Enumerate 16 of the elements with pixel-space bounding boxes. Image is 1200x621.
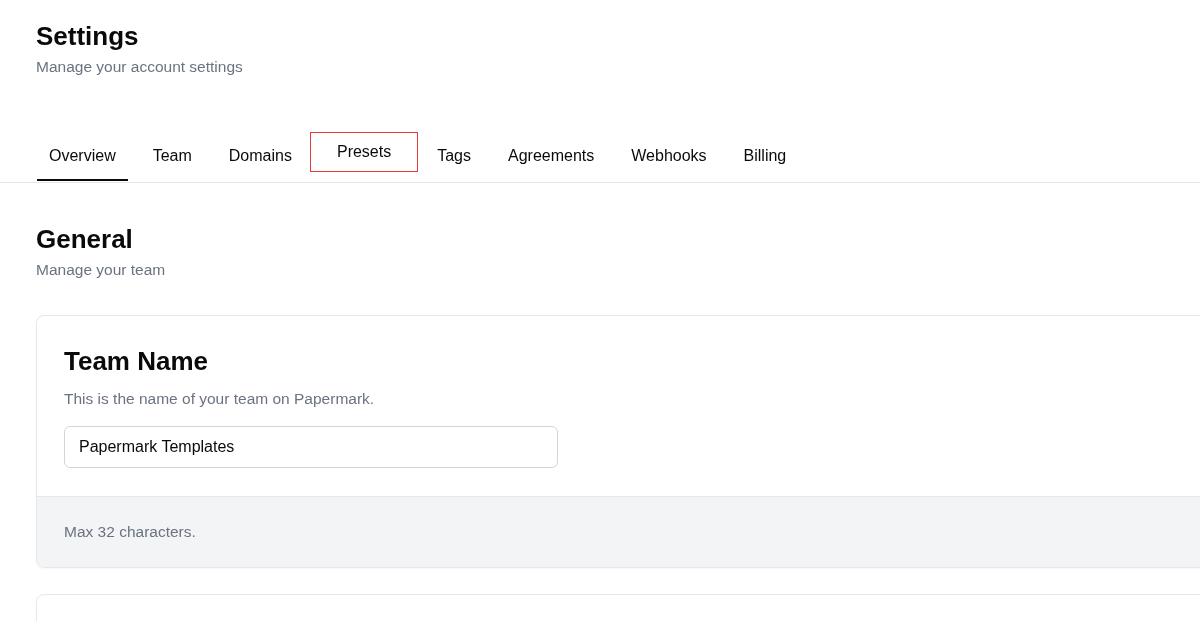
tab[interactable]: Webhooks [618, 130, 720, 182]
section-subtitle: Manage your team [36, 261, 167, 279]
tab[interactable]: Agreements [495, 130, 608, 182]
page-title: Settings [36, 20, 140, 52]
page-subtitle: Manage your account settings [36, 58, 244, 76]
tab[interactable]: Presets [309, 132, 419, 172]
section-title: General [36, 223, 134, 255]
card-description: This is the name of your team on Papermark. [64, 390, 376, 408]
tab[interactable]: Domains [215, 130, 305, 182]
tab[interactable]: Tags [424, 130, 484, 182]
card-title: Team Name [64, 345, 210, 378]
tab[interactable]: Overview [36, 130, 129, 182]
tab[interactable]: Billing [730, 130, 800, 182]
tab[interactable]: Team [139, 130, 205, 182]
team-name-field[interactable]: Papermark Templates [64, 426, 558, 468]
footer-note: Max 32 characters. [64, 523, 196, 540]
